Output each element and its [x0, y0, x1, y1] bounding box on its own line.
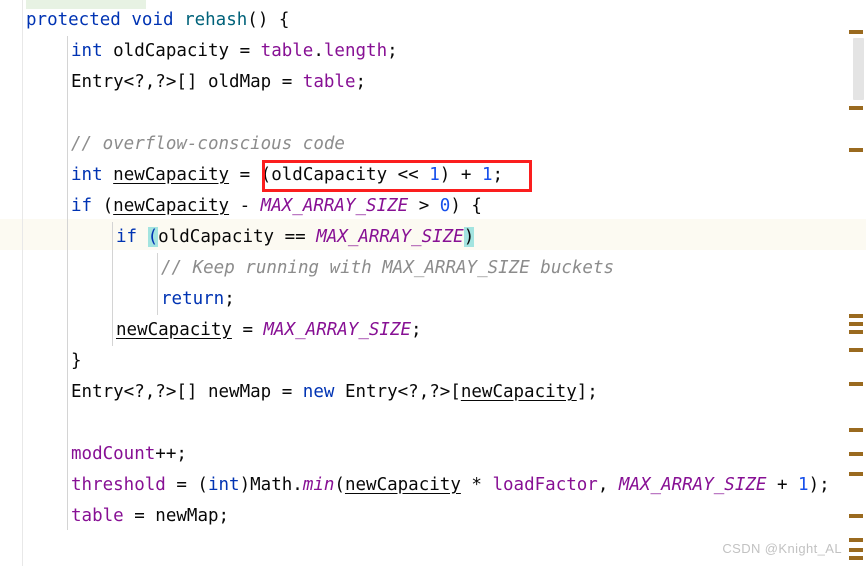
stripe-mark[interactable]	[849, 30, 863, 34]
code-editor-viewport: protected void rehash() { int oldCapacit…	[0, 0, 866, 566]
matched-paren-close-highlight: )	[463, 227, 475, 247]
error-stripe-gutter[interactable]	[845, 0, 866, 566]
code-line-5-comment[interactable]: // overflow-conscious code	[71, 129, 345, 160]
token-number-1: 1	[429, 165, 440, 185]
matched-paren-open-highlight: (	[147, 227, 159, 247]
code-line-2[interactable]: int oldCapacity = table.length;	[71, 36, 398, 67]
vertical-scrollbar-thumb[interactable]	[853, 38, 864, 100]
stripe-mark[interactable]	[849, 330, 863, 334]
stripe-mark[interactable]	[849, 314, 863, 318]
stripe-mark[interactable]	[849, 538, 863, 542]
code-line-8-caret[interactable]: if (oldCapacity == MAX_ARRAY_SIZE)	[116, 222, 475, 253]
token-method-rehash: rehash	[184, 10, 248, 30]
code-line-17[interactable]: table = newMap;	[71, 501, 229, 532]
code-line-15[interactable]: modCount++;	[71, 439, 187, 470]
stripe-mark[interactable]	[849, 548, 863, 552]
token-keyword-void: void	[131, 10, 174, 30]
code-line-16[interactable]: threshold = (int)Math.min(newCapacity * …	[71, 470, 830, 501]
token-method-min: min	[302, 475, 335, 495]
stripe-mark[interactable]	[849, 382, 863, 386]
token-field-loadFactor: loadFactor	[492, 475, 598, 495]
stripe-mark[interactable]	[849, 106, 863, 110]
token-const-max-array-size: MAX_ARRAY_SIZE	[260, 196, 409, 216]
stripe-current-line-marker	[845, 219, 866, 250]
token-keyword-return: return	[161, 289, 225, 309]
code-line-10[interactable]: return;	[161, 284, 235, 315]
code-line-6[interactable]: int newCapacity = (oldCapacity << 1) + 1…	[71, 160, 503, 191]
stripe-mark[interactable]	[849, 452, 863, 456]
code-line-7[interactable]: if (newCapacity - MAX_ARRAY_SIZE > 0) {	[71, 191, 482, 222]
token-number-0: 0	[439, 196, 451, 216]
code-line-12[interactable]: }	[71, 346, 82, 377]
code-text-layer[interactable]: protected void rehash() { int oldCapacit…	[0, 0, 866, 566]
token-field-threshold: threshold	[71, 475, 166, 495]
stripe-mark[interactable]	[849, 322, 863, 326]
code-line-3[interactable]: Entry<?,?>[] oldMap = table;	[71, 67, 366, 98]
token-keyword-new: new	[302, 382, 335, 402]
code-line-1[interactable]: protected void rehash() {	[26, 5, 289, 36]
token-local-newCapacity: newCapacity	[113, 165, 230, 185]
token-field-table: table	[260, 41, 314, 61]
stripe-mark[interactable]	[849, 348, 863, 352]
stripe-mark[interactable]	[849, 514, 863, 518]
code-line-13[interactable]: Entry<?,?>[] newMap = new Entry<?,?>[new…	[71, 377, 598, 408]
stripe-mark[interactable]	[849, 148, 863, 152]
stripe-mark[interactable]	[849, 556, 863, 560]
watermark-text: CSDN @Knight_AL	[722, 541, 842, 556]
token-keyword-protected: protected	[26, 10, 121, 30]
token-field-modCount: modCount	[71, 444, 156, 464]
stripe-mark[interactable]	[849, 472, 863, 476]
stripe-mark[interactable]	[849, 428, 863, 432]
code-line-11[interactable]: newCapacity = MAX_ARRAY_SIZE;	[116, 315, 422, 346]
code-line-9-comment[interactable]: // Keep running with MAX_ARRAY_SIZE buck…	[161, 253, 614, 284]
token-field-length: length	[323, 41, 388, 61]
